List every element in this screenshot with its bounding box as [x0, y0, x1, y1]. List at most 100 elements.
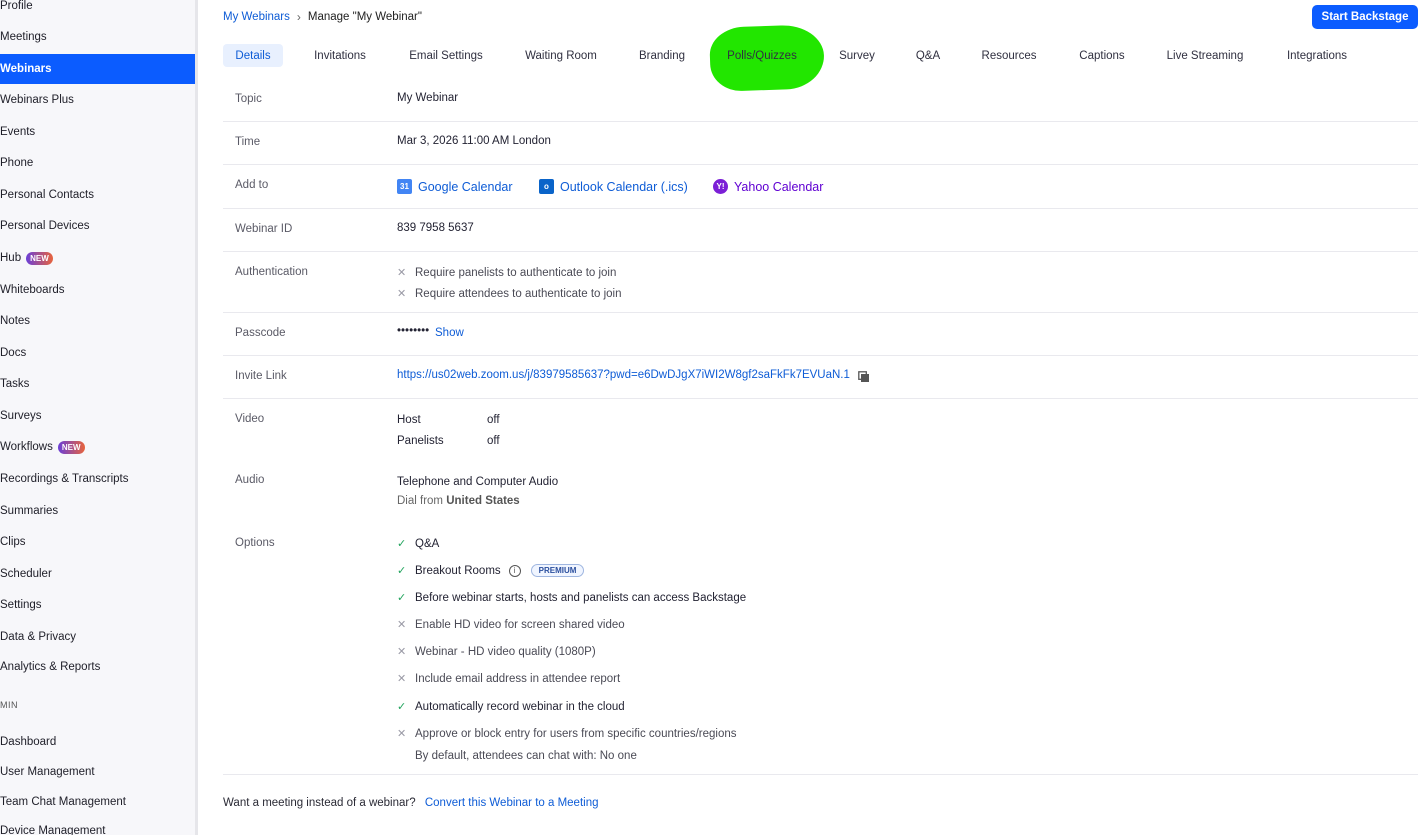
- webinar-id-value: 839 7958 5637: [397, 222, 474, 234]
- sidebar-item-events[interactable]: Events: [0, 117, 195, 147]
- x-icon: ✕: [397, 267, 407, 279]
- sidebar-item-personal-devices[interactable]: Personal Devices: [0, 211, 195, 241]
- option-item: ✓ Automatically record webinar in the clo…: [397, 700, 625, 714]
- auth-attendees-option: ✕ Require attendees to authenticate to j…: [397, 287, 622, 301]
- sidebar-item-label: Personal Contacts: [0, 189, 94, 201]
- sidebar-item-recordings-transcripts[interactable]: Recordings & Transcripts: [0, 464, 195, 494]
- sidebar-item-phone[interactable]: Phone: [0, 148, 195, 178]
- check-icon: ✓: [397, 565, 407, 577]
- sidebar-item-settings[interactable]: Settings: [0, 590, 195, 620]
- sidebar-item-data-privacy[interactable]: Data & Privacy: [0, 622, 195, 652]
- sidebar-item-summaries[interactable]: Summaries: [0, 496, 195, 526]
- auth-attendees-text: Require attendees to authenticate to joi…: [415, 287, 622, 300]
- sidebar-item-webinars-plus[interactable]: Webinars Plus: [0, 85, 195, 115]
- tab-live-streaming[interactable]: Live Streaming: [1155, 44, 1255, 67]
- sidebar-item-label: Notes: [0, 315, 31, 327]
- option-item: ✕ Include email address in attendee repor…: [397, 672, 621, 686]
- tab-email-settings[interactable]: Email Settings: [396, 44, 496, 67]
- video-panelists-label: Panelists: [397, 435, 444, 447]
- check-icon: ✓: [397, 592, 407, 604]
- passcode-value: ••••••••: [397, 325, 430, 337]
- sidebar-item-hub[interactable]: Hub NEW: [0, 243, 195, 273]
- tab-survey[interactable]: Survey: [826, 44, 888, 67]
- option-text: Before webinar starts, hosts and panelis…: [415, 591, 747, 604]
- sidebar-item-label: User Management: [0, 766, 95, 778]
- breadcrumb: My Webinars › Manage "My Webinar": [223, 10, 422, 24]
- convert-question: Want a meeting instead of a webinar?: [223, 797, 416, 809]
- option-item: ✕ Webinar - HD video quality (1080P): [397, 645, 596, 659]
- show-passcode-link[interactable]: Show: [435, 327, 464, 339]
- sidebar-item-device-management[interactable]: Device Management: [0, 816, 195, 835]
- webinar-id-row: Webinar ID 839 7958 5637: [223, 209, 1418, 252]
- sidebar-item-surveys[interactable]: Surveys: [0, 401, 195, 431]
- sidebar-item-scheduler[interactable]: Scheduler: [0, 559, 195, 589]
- convert-to-meeting-link[interactable]: Convert this Webinar to a Meeting: [425, 797, 599, 809]
- option-text: Include email address in attendee report: [415, 672, 621, 685]
- invite-link-url[interactable]: https://us02web.zoom.us/j/83979585637?pw…: [397, 369, 850, 381]
- start-backstage-button[interactable]: Start Backstage: [1312, 5, 1418, 29]
- sidebar-item-whiteboards[interactable]: Whiteboards: [0, 275, 195, 305]
- sidebar-item-team-chat-management[interactable]: Team Chat Management: [0, 787, 195, 817]
- sidebar-item-label: Dashboard: [0, 736, 57, 748]
- options-label: Options: [235, 537, 275, 549]
- sidebar-item-analytics-reports[interactable]: Analytics & Reports: [0, 652, 195, 682]
- tab-polls-quizzes[interactable]: Polls/Quizzes: [715, 44, 809, 67]
- info-icon[interactable]: i: [508, 564, 521, 577]
- tab-invitations[interactable]: Invitations: [301, 44, 379, 67]
- video-panelists-value: off: [487, 435, 500, 447]
- convert-footer: Want a meeting instead of a webinar? Con…: [223, 797, 599, 809]
- sidebar-item-label: Scheduler: [0, 568, 52, 580]
- premium-badge: PREMIUM: [530, 564, 585, 577]
- sidebar-item-dashboard[interactable]: Dashboard: [0, 727, 195, 757]
- google-calendar-link[interactable]: 31 Google Calendar: [397, 179, 513, 194]
- breadcrumb-current: Manage "My Webinar": [307, 11, 422, 23]
- sidebar-item-docs[interactable]: Docs: [0, 338, 195, 368]
- tab-details[interactable]: Details: [223, 44, 283, 67]
- chevron-right-icon: ›: [296, 10, 301, 24]
- sidebar-section-admin: MIN: [0, 700, 18, 710]
- sidebar-item-label: Webinars Plus: [0, 94, 74, 106]
- tab-bar: Details Invitations Email Settings Waiting …: [0, 44, 1425, 67]
- time-row: Time Mar 3, 2026 11:00 AM London: [223, 122, 1418, 165]
- new-badge: NEW: [57, 440, 85, 454]
- sidebar-item-user-management[interactable]: User Management: [0, 757, 195, 787]
- tab-resources[interactable]: Resources: [969, 44, 1049, 67]
- sidebar-item-profile[interactable]: Profile: [0, 0, 195, 21]
- breadcrumb-my-webinars[interactable]: My Webinars: [223, 11, 290, 23]
- sidebar-item-tasks[interactable]: Tasks: [0, 369, 195, 399]
- yahoo-calendar-link[interactable]: Y! Yahoo Calendar: [713, 179, 823, 194]
- passcode-row: Passcode •••••••• Show: [223, 313, 1418, 356]
- webinar-id-label: Webinar ID: [235, 223, 293, 235]
- audio-dial-from: Dial from United States: [397, 495, 520, 507]
- option-text: Enable HD video for screen shared video: [415, 618, 625, 631]
- sidebar-item-clips[interactable]: Clips: [0, 527, 195, 557]
- sidebar-item-label: Hub: [0, 252, 22, 264]
- invite-link-label: Invite Link: [235, 370, 287, 382]
- sidebar-item-label: Meetings: [0, 31, 47, 43]
- sidebar-item-label: Profile: [0, 0, 33, 12]
- tab-waiting-room[interactable]: Waiting Room: [513, 44, 609, 67]
- tab-integrations[interactable]: Integrations: [1274, 44, 1360, 67]
- tab-branding[interactable]: Branding: [627, 44, 697, 67]
- option-item: ✓ Q&A: [397, 537, 439, 551]
- sidebar-item-label: Tasks: [0, 378, 30, 390]
- copy-icon[interactable]: [858, 371, 870, 383]
- tab-q-a[interactable]: Q&A: [905, 44, 951, 67]
- outlook-calendar-label: Outlook Calendar (.ics): [560, 179, 688, 194]
- sidebar-item-label: Surveys: [0, 410, 42, 422]
- topic-row: Topic My Webinar: [223, 77, 1418, 122]
- sidebar: Profile Meetings Webinars Webinars Plus Even…: [0, 0, 198, 835]
- sidebar-item-label: Team Chat Management: [0, 796, 126, 808]
- sidebar-item-notes[interactable]: Notes: [0, 306, 195, 336]
- outlook-calendar-link[interactable]: o Outlook Calendar (.ics): [539, 179, 688, 194]
- sidebar-item-personal-contacts[interactable]: Personal Contacts: [0, 180, 195, 210]
- sidebar-item-label: Workflows: [0, 441, 53, 453]
- tab-captions[interactable]: Captions: [1067, 44, 1137, 67]
- topic-value: My Webinar: [397, 92, 459, 104]
- sidebar-item-label: Whiteboards: [0, 284, 65, 296]
- sidebar-item-label: Events: [0, 126, 36, 138]
- option-item: ✓ Breakout Rooms i PREMIUM: [397, 564, 585, 577]
- sidebar-item-workflows[interactable]: Workflows NEW: [0, 432, 195, 462]
- sidebar-item-label: Device Management: [0, 825, 106, 835]
- google-calendar-icon: 31: [397, 179, 412, 194]
